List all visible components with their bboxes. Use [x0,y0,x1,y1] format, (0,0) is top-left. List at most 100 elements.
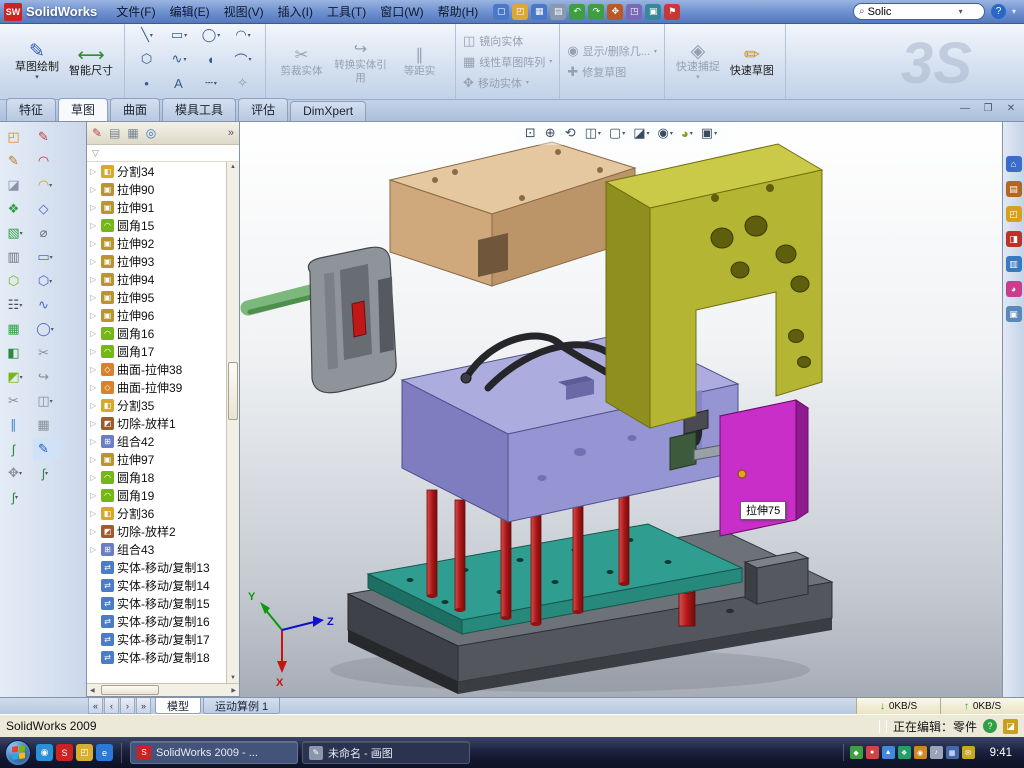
tray-icon[interactable]: ● [866,746,879,759]
expand-arrow-icon[interactable]: ▷ [90,311,98,320]
menu-item[interactable]: 文件(F) [109,1,162,22]
ribbon-button[interactable]: ⟷ 智能尺寸 [65,28,117,96]
toolbar-icon[interactable]: ▢ [493,4,509,20]
toolbar-icon[interactable]: ◰ [512,4,528,20]
expand-arrow-icon[interactable]: ▷ [90,491,98,500]
toolbar-button[interactable]: ☷ ▾ [3,294,30,316]
tree-item[interactable]: ▷ ▣ 拉伸95 [87,288,226,306]
expand-arrow-icon[interactable]: ▷ [90,293,98,302]
search-caret-icon[interactable]: ▾ [959,7,963,16]
toolbar-button[interactable]: ✂ [3,390,30,412]
task-pane-tab[interactable]: ▥ [1006,256,1022,272]
tree-item[interactable]: ▷ ◩ 切除-放样1 [87,414,226,432]
toolbar-button[interactable]: ∿ [33,294,60,316]
toolbar-button[interactable]: ▭ ▾ [33,246,60,268]
expand-arrow-icon[interactable]: ▷ [90,239,98,248]
tray-icon[interactable]: ◉ [914,746,927,759]
task-pane-tab[interactable]: ▣ [1006,306,1022,322]
expand-arrow-icon[interactable]: ▷ [90,203,98,212]
tree-item[interactable]: ▷ ◧ 分割36 [87,504,226,522]
ribbon-row-button[interactable]: ✚ 修复草图 [567,64,630,80]
quick-tips-icon[interactable]: ? [983,719,997,733]
sketch-tool-button[interactable]: ▭ ▾ [164,27,194,43]
expand-arrow-icon[interactable]: ▷ [90,275,98,284]
toolbar-button[interactable]: ◪ [3,174,30,196]
toolbar-button[interactable]: ʃ ▾ [33,462,60,484]
view-tool-button[interactable]: ⊡ [525,125,537,141]
search-box[interactable]: ⌕ ▾ [853,3,985,20]
tree-filter-bar[interactable]: ▽ [87,145,239,162]
tree-vertical-scrollbar[interactable]: ▲ ▼ [226,162,239,683]
expand-arrow-icon[interactable]: ▷ [90,509,98,518]
tree-item[interactable]: ▷ ◠ 圆角18 [87,468,226,486]
tree-item[interactable]: ▷ ◧ 分割35 [87,396,226,414]
view-tool-button[interactable]: ◪ ▾ [633,125,649,141]
sketch-tool-button[interactable]: ◠ ▾ [228,27,258,43]
scroll-right-button[interactable]: ▶ [231,687,236,694]
toolbar-icon[interactable]: ✥ [607,4,623,20]
view-tool-button[interactable]: ⟲ [565,125,577,141]
tree-item[interactable]: ▷ ◠ 圆角17 [87,342,226,360]
model-slide-clamp[interactable] [308,247,396,393]
expand-arrow-icon[interactable]: ▷ [90,455,98,464]
tree-item[interactable]: ⇄ 实体-移动/复制14 [87,576,226,594]
sketch-tool-button[interactable]: ✧ [228,75,258,91]
help-button[interactable]: ? [991,4,1006,19]
quick-launch-icon[interactable]: ◉ [36,744,53,761]
tree-item[interactable]: ⇄ 实体-移动/复制18 [87,648,226,666]
toolbar-button[interactable]: ʃ ▾ [3,486,30,508]
task-pane-tab[interactable]: ▤ [1006,181,1022,197]
expand-arrow-icon[interactable]: ▷ [90,365,98,374]
doc-restore-button[interactable]: ❐ [981,103,995,114]
tab-scroll-button[interactable]: » [136,698,151,714]
task-pane-tab[interactable]: ⌂ [1006,156,1022,172]
menu-item[interactable]: 窗口(W) [373,1,430,22]
panel-tab-icon[interactable]: ✎ [92,126,102,140]
expand-arrow-icon[interactable]: ▷ [90,437,98,446]
sketch-tool-button[interactable]: ┄ ▾ [196,75,226,91]
expand-arrow-icon[interactable]: ▷ [90,167,98,176]
tree-item[interactable]: ▷ ▣ 拉伸97 [87,450,226,468]
toolbar-button[interactable]: ❖ [3,198,30,220]
panel-chevron-icon[interactable]: » [228,127,234,139]
tree-item[interactable]: ⇄ 实体-移动/复制13 [87,558,226,576]
expand-arrow-icon[interactable]: ▷ [90,347,98,356]
tray-icon[interactable]: ▦ [946,746,959,759]
expand-arrow-icon[interactable]: ▷ [90,545,98,554]
scroll-up-button[interactable]: ▲ [230,164,236,170]
tree-item[interactable]: ▷ ⊞ 组合42 [87,432,226,450]
tree-item[interactable]: ▷ ◠ 圆角19 [87,486,226,504]
expand-arrow-icon[interactable]: ▷ [90,185,98,194]
toolbar-button[interactable]: ↪ [33,366,60,388]
graphics-viewport[interactable]: Y X Z ⊡ ⊕ [240,122,1002,697]
view-tool-button[interactable]: ◕ ▾ [681,126,693,141]
document-tab[interactable]: 模型 [155,698,201,714]
horizontal-scrollbar-thumb[interactable] [101,685,159,695]
tree-item[interactable]: ▷ ◠ 圆角16 [87,324,226,342]
toolbar-button[interactable]: ✂ [33,342,60,364]
ribbon-row-button[interactable]: ▦ 线性草图阵列 ▾ [463,54,552,70]
tree-item[interactable]: ▷ ▣ 拉伸96 [87,306,226,324]
quick-launch-icon[interactable]: ◰ [76,744,93,761]
toolbar-button[interactable]: ◧ [3,342,30,364]
tree-item[interactable]: ▷ ◩ 切除-放样2 [87,522,226,540]
toolbar-button[interactable]: ▦ [3,318,30,340]
tree-horizontal-scrollbar[interactable]: ◀ ▶ [87,683,239,696]
taskbar-task[interactable]: S SolidWorks 2009 - ... [130,741,298,764]
command-tab[interactable]: DimXpert [290,101,366,121]
vertical-scrollbar-thumb[interactable] [228,362,238,420]
view-tool-button[interactable]: ▣ ▾ [701,125,717,141]
titlebar-options-caret-icon[interactable]: ▾ [1012,7,1016,16]
menu-item[interactable]: 插入(I) [271,1,320,22]
menu-item[interactable]: 编辑(E) [163,1,217,22]
tray-icon[interactable]: ◆ [850,746,863,759]
taskbar-task[interactable]: ✎ 未命名 - 画图 [302,741,470,764]
toolbar-button[interactable]: ʃ [3,438,30,460]
command-tab[interactable]: 草图 [58,98,108,121]
task-pane-tab[interactable]: ◕ [1006,281,1022,297]
toolbar-icon[interactable]: ⚑ [664,4,680,20]
toolbar-icon[interactable]: ↶ [569,4,585,20]
toolbar-button[interactable]: ◇ [33,198,60,220]
start-button[interactable] [5,740,31,766]
view-tool-button[interactable]: ◉ ▾ [658,125,673,141]
